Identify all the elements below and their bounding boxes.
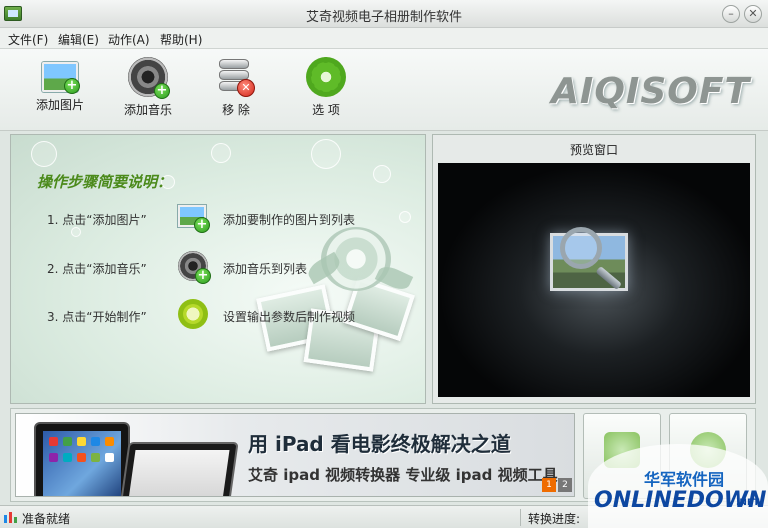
- ad-banner[interactable]: 用 iPad 看电影终极解决之道 艾奇 ipad 视频转换器 专业级 ipad …: [15, 413, 575, 497]
- add-picture-button[interactable]: + 添加图片: [20, 57, 100, 113]
- add-picture-icon: +: [42, 62, 80, 94]
- options-label: 选 项: [312, 103, 340, 117]
- add-music-button[interactable]: + 添加音乐: [108, 57, 188, 118]
- banner-subtitle: 艾奇 ipad 视频转换器 专业级 ipad 视频工具: [248, 466, 558, 484]
- add-music-label: 添加音乐: [123, 103, 172, 117]
- step-2-text: 2. 点击“添加音乐”: [47, 262, 147, 276]
- menu-action[interactable]: 动作(A): [108, 31, 150, 48]
- banner-page-2[interactable]: 2: [558, 478, 572, 492]
- step-3-text: 3. 点击“开始制作”: [47, 310, 147, 324]
- toolbar: + 添加图片 + 添加音乐 ✕ 移 除 选 项 AIQISOFT: [0, 49, 768, 131]
- start-arrow-icon: [178, 299, 208, 329]
- progress-label: 转换进度:: [528, 512, 581, 526]
- preview-panel: 预览窗口: [432, 134, 756, 404]
- aiqisoft-logo: AIQISOFT: [551, 71, 750, 112]
- site-watermark: 华军软件园 ONLINEDOWN .NET: [588, 444, 768, 528]
- speaker-icon: +: [128, 57, 170, 99]
- status-text: 准备就绪: [22, 512, 71, 526]
- ipad-image: [119, 442, 239, 496]
- menu-file[interactable]: 文件(F): [8, 31, 48, 48]
- watermark-suffix: .NET: [736, 498, 760, 508]
- banner-page-1[interactable]: 1: [542, 478, 556, 492]
- ipad-image: [34, 422, 130, 496]
- add-picture-label: 添加图片: [35, 98, 84, 112]
- preview-screen: [438, 163, 750, 397]
- banner-title: 用 iPad 看电影终极解决之道: [248, 432, 511, 456]
- menu-edit[interactable]: 编辑(E): [58, 31, 99, 48]
- steps-title: 操作步骤简要说明：: [37, 173, 173, 191]
- step-3-desc: 设置输出参数后制作视频: [223, 310, 356, 324]
- watermark-cn: 华军软件园: [644, 470, 725, 489]
- remove-label: 移 除: [222, 103, 250, 117]
- bar-chart-icon: [4, 512, 17, 523]
- minimize-button[interactable]: –: [722, 5, 740, 23]
- step-1-text: 1. 点击“添加图片”: [47, 213, 147, 227]
- speaker-icon: +: [178, 251, 211, 284]
- step-2-desc: 添加音乐到列表: [223, 262, 308, 276]
- title-bar: 艾奇视频电子相册制作软件 – ✕: [0, 0, 768, 28]
- preview-title: 预览窗口: [569, 143, 618, 157]
- instructions-panel: 操作步骤简要说明： 1. 点击“添加图片” + 添加要制作的图片到列表 2. 点…: [10, 134, 426, 404]
- add-picture-icon: +: [178, 203, 210, 233]
- gear-icon: [306, 57, 346, 97]
- close-button[interactable]: ✕: [744, 5, 762, 23]
- magnifier-icon: [560, 227, 602, 269]
- remove-button[interactable]: ✕ 移 除: [196, 57, 276, 118]
- window-title: 艾奇视频电子相册制作软件: [305, 10, 462, 25]
- options-button[interactable]: 选 项: [286, 57, 366, 118]
- database-remove-icon: ✕: [219, 57, 255, 97]
- menu-help[interactable]: 帮助(H): [160, 31, 202, 48]
- step-1-desc: 添加要制作的图片到列表: [223, 213, 356, 227]
- menu-bar: 文件(F) 编辑(E) 动作(A) 帮助(H): [0, 28, 768, 49]
